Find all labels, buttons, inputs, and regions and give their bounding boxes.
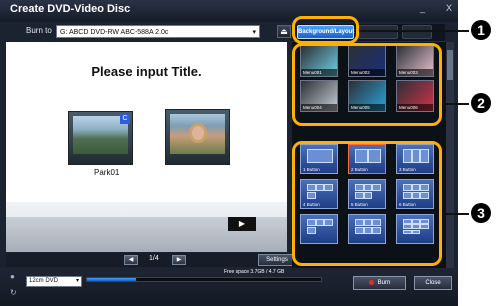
chevron-right-icon: ▶: [176, 257, 182, 263]
callout-ring-3: [292, 141, 442, 266]
callout-line-3: [442, 213, 469, 215]
thumbnail-caption[interactable]: Park01: [94, 168, 119, 177]
next-page-button[interactable]: ▶: [172, 255, 186, 265]
preview-thumbnail-1[interactable]: C: [68, 111, 133, 165]
disc-icon: ●: [10, 272, 15, 281]
footer-bar: ● ↻ 12cm DVD ▾ Free space 3.7GB / 4.7 GB…: [0, 268, 458, 306]
eject-icon: ⏏: [280, 27, 288, 36]
tab-secondary[interactable]: [358, 25, 398, 39]
drive-select[interactable]: G: ABCD DVD-RW ABC-588A 2.0c ▾: [56, 25, 260, 38]
close-window-button[interactable]: X: [446, 3, 452, 13]
thumbnail-image: [170, 114, 225, 154]
burn-record-icon: [368, 279, 374, 285]
chevron-left-icon: ◀: [128, 257, 134, 263]
minimize-button[interactable]: _: [420, 3, 425, 13]
panel-scrollbar[interactable]: [446, 42, 454, 268]
burn-to-label: Burn to: [26, 26, 52, 35]
media-type-value: 12cm DVD: [29, 278, 59, 284]
capacity-bar: [86, 277, 322, 282]
scrollbar-thumb[interactable]: [447, 50, 453, 80]
close-button[interactable]: Close: [414, 276, 452, 290]
badge-icon: C: [120, 114, 130, 124]
page-indicator: 1/4: [149, 255, 159, 262]
refresh-icon: ↻: [10, 288, 17, 297]
title-bar: Create DVD-Video Disc _ X: [0, 0, 458, 22]
preview-title[interactable]: Please input Title.: [6, 64, 287, 79]
settings-button[interactable]: Settings: [258, 254, 296, 266]
callout-line-2: [442, 103, 469, 105]
burn-button[interactable]: Burn: [353, 276, 406, 290]
callout-number-2: 2: [471, 93, 491, 113]
burn-label: Burn: [377, 280, 391, 286]
menu-preview: Please input Title. C Park01 ▶: [6, 42, 287, 252]
callout-ring-1: [292, 16, 359, 44]
drive-value: G: ABCD DVD-RW ABC-588A 2.0c: [60, 29, 169, 36]
play-icon: ▶: [238, 219, 246, 228]
tab-tertiary[interactable]: [402, 25, 432, 39]
callout-number-3: 3: [471, 203, 491, 223]
callout-ring-2: [292, 43, 442, 126]
free-space-text: Free space 3.7GB / 4.7 GB: [224, 269, 285, 275]
play-button[interactable]: ▶: [228, 217, 256, 231]
preview-thumbnail-2[interactable]: [165, 109, 230, 165]
callout-line-1: [359, 30, 469, 32]
capacity-fill: [87, 278, 137, 281]
callout-number-1: 1: [471, 20, 491, 40]
child-face: [192, 126, 204, 140]
chevron-down-icon: ▾: [75, 278, 79, 284]
eject-button[interactable]: ⏏: [277, 25, 291, 38]
previous-page-button[interactable]: ◀: [124, 255, 138, 265]
media-type-select[interactable]: 12cm DVD ▾: [26, 276, 82, 287]
window-title: Create DVD-Video Disc: [10, 3, 131, 15]
chevron-down-icon: ▾: [252, 29, 256, 36]
preview-controls: ◀ 1/4 ▶ Settings: [6, 253, 296, 267]
